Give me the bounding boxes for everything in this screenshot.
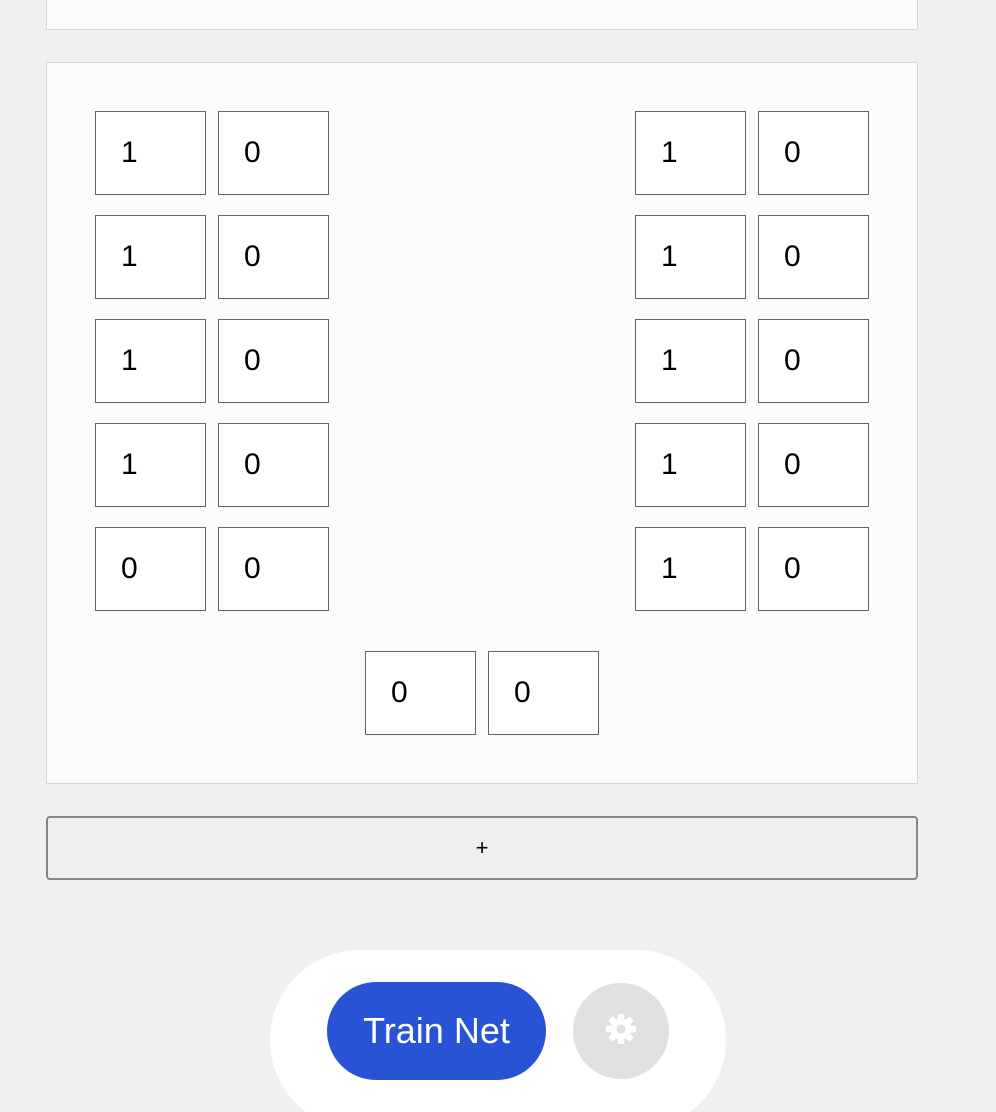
page: + Train Net (0, 0, 996, 1112)
right-input-r5-b[interactable] (758, 527, 869, 611)
training-example-card (46, 62, 918, 784)
train-net-label: Train Net (363, 1010, 510, 1051)
gear-icon (603, 1011, 639, 1052)
left-input-r5-a[interactable] (95, 527, 206, 611)
right-input-r2-a[interactable] (635, 215, 746, 299)
left-input-r3-b[interactable] (218, 319, 329, 403)
left-input-r2-b[interactable] (218, 215, 329, 299)
left-input-r2-a[interactable] (95, 215, 206, 299)
right-input-r4-b[interactable] (758, 423, 869, 507)
left-input-r5-b[interactable] (218, 527, 329, 611)
bottom-input-a[interactable] (365, 651, 476, 735)
right-input-r3-a[interactable] (635, 319, 746, 403)
left-input-r1-b[interactable] (218, 111, 329, 195)
left-input-r3-a[interactable] (95, 319, 206, 403)
right-input-r4-a[interactable] (635, 423, 746, 507)
right-input-r1-a[interactable] (635, 111, 746, 195)
train-net-button[interactable]: Train Net (327, 982, 546, 1080)
previous-example-card (46, 0, 918, 30)
right-input-r1-b[interactable] (758, 111, 869, 195)
left-input-r4-a[interactable] (95, 423, 206, 507)
left-input-r4-b[interactable] (218, 423, 329, 507)
add-example-button[interactable]: + (46, 816, 918, 880)
left-input-r1-a[interactable] (95, 111, 206, 195)
add-button-label: + (475, 835, 489, 860)
right-input-r5-a[interactable] (635, 527, 746, 611)
right-input-r2-b[interactable] (758, 215, 869, 299)
bottom-input-b[interactable] (488, 651, 599, 735)
right-input-r3-b[interactable] (758, 319, 869, 403)
settings-button[interactable] (573, 983, 669, 1079)
